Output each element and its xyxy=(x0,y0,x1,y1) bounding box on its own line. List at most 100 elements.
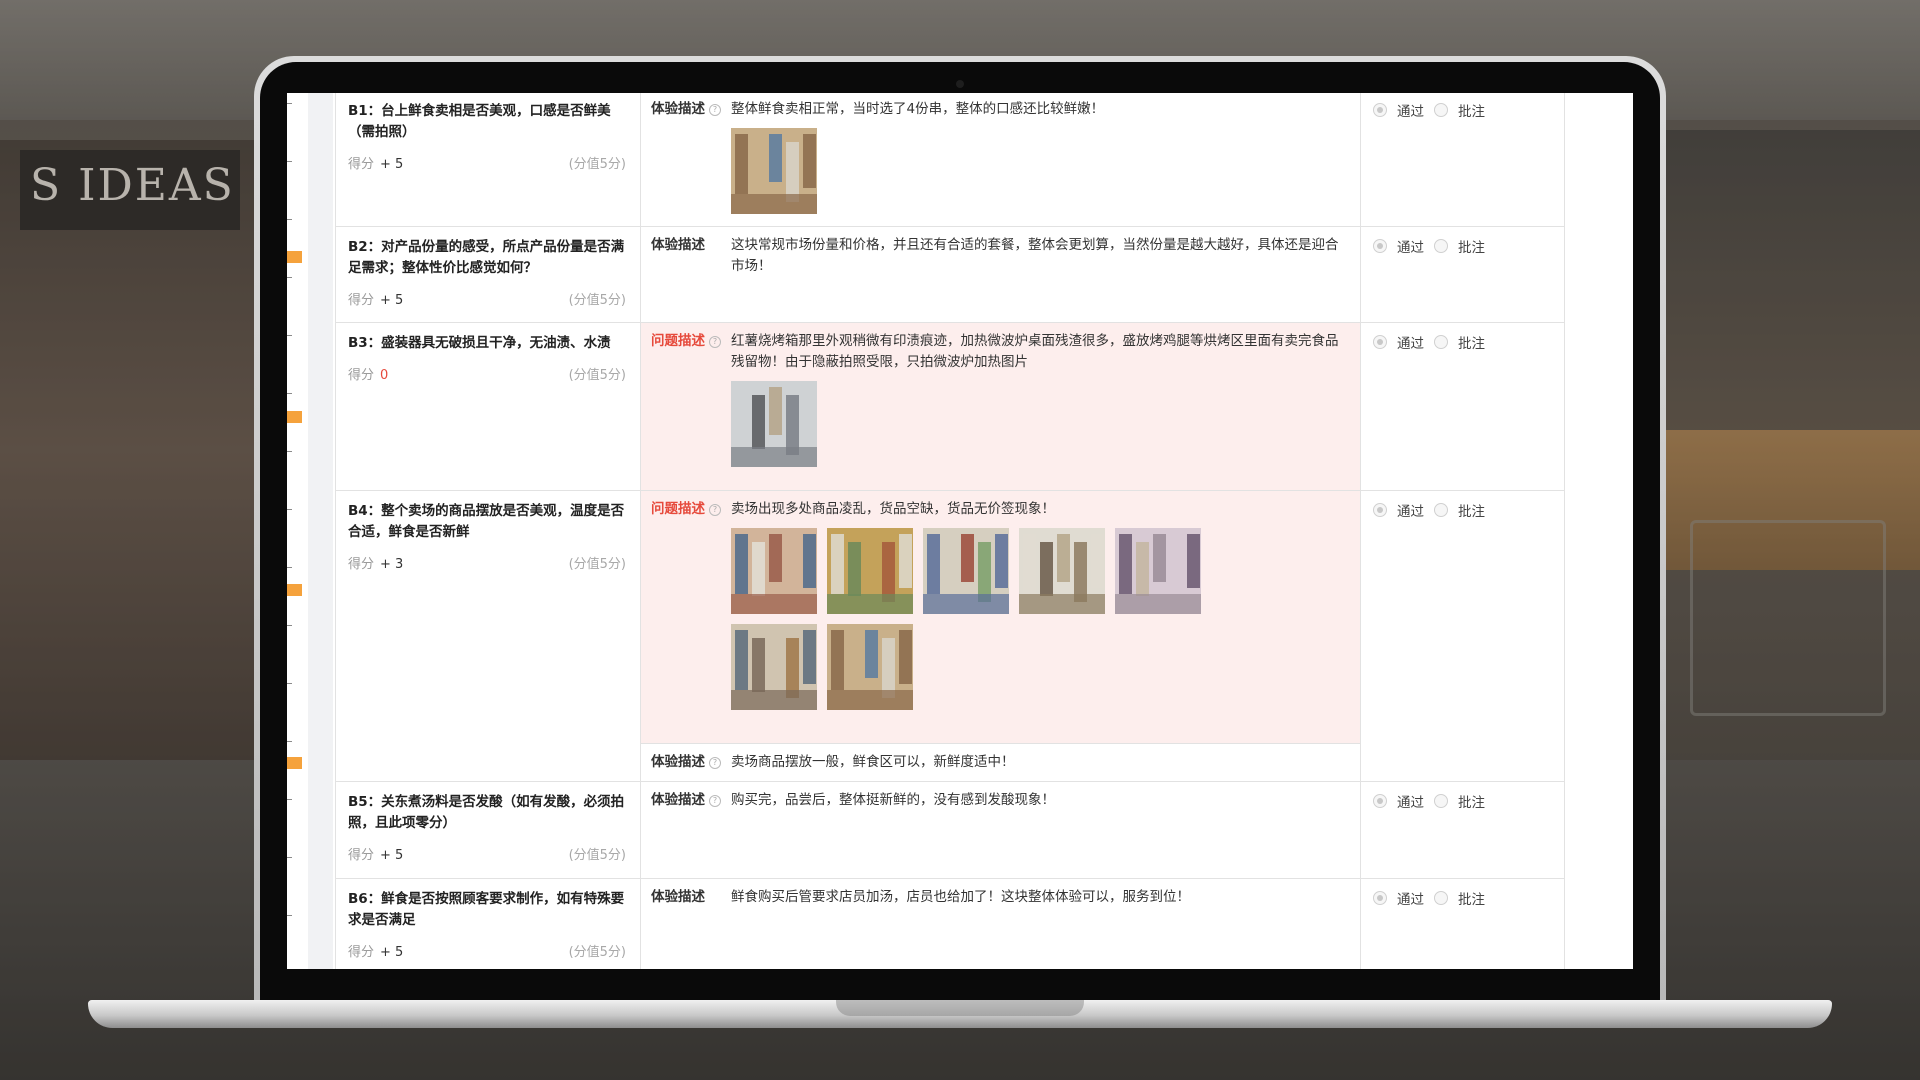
experience-description: 体验描述 这块常规市场份量和价格，并且还有合适的套餐，整体会更划算，当然份量是越大… xyxy=(641,227,1360,322)
photo-thumbnail[interactable] xyxy=(827,624,913,710)
description-cell: 体验描述 鲜食购买后管要求店员加汤，店员也给加了！这块整体体验可以，服务到位！ xyxy=(641,879,1361,969)
tick-mark xyxy=(287,277,292,278)
tick-mark xyxy=(287,161,292,162)
camera-icon xyxy=(956,80,964,88)
annotate-label: 批注 xyxy=(1458,504,1485,520)
description-type: 体验描述 xyxy=(651,889,705,905)
pass-radio[interactable] xyxy=(1373,891,1387,905)
pass-radio[interactable] xyxy=(1373,503,1387,517)
score-value: + 5 xyxy=(380,157,404,172)
side-track xyxy=(308,93,333,969)
help-icon[interactable]: ? xyxy=(709,795,721,807)
pass-radio[interactable] xyxy=(1373,103,1387,117)
annotate-radio[interactable] xyxy=(1434,794,1448,808)
question-cell: B3：盛装器具无破损且干净，无油渍、水渍 得分 0 (分值5分) xyxy=(336,323,641,490)
experience-description: 体验描述? 购买完，品尝后，整体挺新鲜的，没有感到发酸现象！ xyxy=(641,782,1360,878)
description-cell: 问题描述? 卖场出现多处商品凌乱，货品空缺，货品无价签现象！ 体验描述? 卖场商品摆放… xyxy=(641,491,1361,781)
tick-mark xyxy=(287,625,292,626)
tick-mark xyxy=(287,393,292,394)
help-icon[interactable]: ? xyxy=(709,104,721,116)
experience-description: 体验描述 鲜食购买后管要求店员加汤，店员也给加了！这块整体体验可以，服务到位！ xyxy=(641,879,1360,969)
annotate-label: 批注 xyxy=(1458,104,1485,120)
question-cell: B5：关东煮汤料是否发酸（如有发酸，必须拍照，且此项零分） 得分 + 5 (分值5分) xyxy=(336,782,641,878)
description-text: 红薯烧烤箱那里外观稍微有印渍痕迹，加热微波炉桌面残渣很多，盛放烤鸡腿等烘烤区里面… xyxy=(731,333,1339,370)
pass-label: 通过 xyxy=(1397,892,1424,908)
photo-thumbnail[interactable] xyxy=(923,528,1009,614)
description-type: 体验描述 xyxy=(651,754,705,770)
tick-mark xyxy=(287,335,292,336)
table-row: B6：鲜食是否按照顾客要求制作，如有特殊要求是否满足 得分 + 5 (分值5分) 体验描… xyxy=(336,879,1564,969)
problem-description: 问题描述? 红薯烧烤箱那里外观稍微有印渍痕迹，加热微波炉桌面残渣很多，盛放烤鸡腿等… xyxy=(641,323,1360,490)
review-actions: 通过 批注 xyxy=(1361,93,1564,226)
score-max: (分值5分) xyxy=(568,945,626,960)
score-label: 得分 xyxy=(348,945,375,960)
score-group: 得分 + 5 xyxy=(348,153,403,172)
pass-label: 通过 xyxy=(1397,504,1424,520)
score-label: 得分 xyxy=(348,848,375,863)
question-cell: B4：整个卖场的商品摆放是否美观，温度是否合适，鲜食是否新鲜 得分 + 3 (分值5分… xyxy=(336,491,641,781)
review-radio-group: 通过 批注 xyxy=(1373,236,1552,256)
pass-label: 通过 xyxy=(1397,240,1424,256)
question-cell: B2：对产品份量的感受，所点产品份量是否满足需求；整体性价比感觉如何？ 得分 + 5… xyxy=(336,227,641,322)
evaluation-table: B1：台上鲜食卖相是否美观，口感是否鲜美（需拍照） 得分 + 5 (分值5分) 体验描述… xyxy=(335,93,1565,969)
description-cell: 体验描述? 购买完，品尝后，整体挺新鲜的，没有感到发酸现象！ xyxy=(641,782,1361,878)
photo-thumbnail[interactable] xyxy=(827,528,913,614)
review-radio-group: 通过 批注 xyxy=(1373,100,1552,120)
review-actions: 通过 批注 xyxy=(1361,879,1564,969)
score-label: 得分 xyxy=(348,157,375,172)
description-type: 问题描述 xyxy=(651,501,705,517)
section-marker xyxy=(287,584,302,596)
pass-radio[interactable] xyxy=(1373,239,1387,253)
annotate-label: 批注 xyxy=(1458,795,1485,811)
score-group: 得分 + 5 xyxy=(348,289,403,308)
score-max: (分值5分) xyxy=(568,368,626,383)
description-cell: 体验描述? 整体鲜食卖相正常，当时选了4份串，整体的口感还比较鲜嫩！ xyxy=(641,93,1361,226)
score-group: 得分 + 5 xyxy=(348,844,403,863)
review-radio-group: 通过 批注 xyxy=(1373,888,1552,908)
table-row: B1：台上鲜食卖相是否美观，口感是否鲜美（需拍照） 得分 + 5 (分值5分) 体验描述… xyxy=(336,93,1564,227)
score-max: (分值5分) xyxy=(568,557,626,572)
annotate-label: 批注 xyxy=(1458,240,1485,256)
description-label: 体验描述? xyxy=(651,752,731,773)
description-body: 整体鲜食卖相正常，当时选了4份串，整体的口感还比较鲜嫩！ xyxy=(731,99,1350,218)
description-label: 体验描述? xyxy=(651,790,731,870)
section-marker xyxy=(287,757,302,769)
section-indicator xyxy=(287,93,302,969)
review-radio-group: 通过 批注 xyxy=(1373,791,1552,811)
help-icon[interactable]: ? xyxy=(709,504,721,516)
score-line: 得分 + 5 (分值5分) xyxy=(348,844,626,863)
photo-thumbnail[interactable] xyxy=(731,128,817,214)
description-body: 这块常规市场份量和价格，并且还有合适的套餐，整体会更划算，当然份量是越大越好，具… xyxy=(731,235,1350,314)
problem-description: 问题描述? 卖场出现多处商品凌乱，货品空缺，货品无价签现象！ xyxy=(641,491,1360,743)
photo-thumbnail[interactable] xyxy=(731,624,817,710)
description-label: 体验描述? xyxy=(651,99,731,218)
photo-gallery xyxy=(731,381,1231,467)
question-title: B6：鲜食是否按照顾客要求制作，如有特殊要求是否满足 xyxy=(348,891,625,928)
table-row: B3：盛装器具无破损且干净，无油渍、水渍 得分 0 (分值5分) 问题描述? 红薯烧烤箱那… xyxy=(336,323,1564,491)
annotate-radio[interactable] xyxy=(1434,103,1448,117)
description-label: 体验描述 xyxy=(651,235,731,314)
description-body: 卖场商品摆放一般，鲜食区可以，新鲜度适中！ xyxy=(731,752,1350,773)
pass-radio[interactable] xyxy=(1373,335,1387,349)
description-text: 卖场商品摆放一般，鲜食区可以，新鲜度适中！ xyxy=(731,754,1015,770)
annotate-radio[interactable] xyxy=(1434,335,1448,349)
photo-thumbnail[interactable] xyxy=(731,528,817,614)
photo-thumbnail[interactable] xyxy=(1019,528,1105,614)
review-actions: 通过 批注 xyxy=(1361,227,1564,322)
table-row: B2：对产品份量的感受，所点产品份量是否满足需求；整体性价比感觉如何？ 得分 + 5… xyxy=(336,227,1564,323)
pass-radio[interactable] xyxy=(1373,794,1387,808)
help-icon[interactable]: ? xyxy=(709,336,721,348)
review-actions: 通过 批注 xyxy=(1361,491,1564,781)
review-actions: 通过 批注 xyxy=(1361,323,1564,490)
annotate-radio[interactable] xyxy=(1434,239,1448,253)
annotate-radio[interactable] xyxy=(1434,891,1448,905)
photo-thumbnail[interactable] xyxy=(731,381,817,467)
tick-mark xyxy=(287,219,292,220)
photo-thumbnail[interactable] xyxy=(1115,528,1201,614)
description-type: 问题描述 xyxy=(651,333,705,349)
help-icon[interactable]: ? xyxy=(709,757,721,769)
review-radio-group: 通过 批注 xyxy=(1373,332,1552,352)
annotate-radio[interactable] xyxy=(1434,503,1448,517)
review-radio-group: 通过 批注 xyxy=(1373,500,1552,520)
description-label: 问题描述? xyxy=(651,331,731,482)
